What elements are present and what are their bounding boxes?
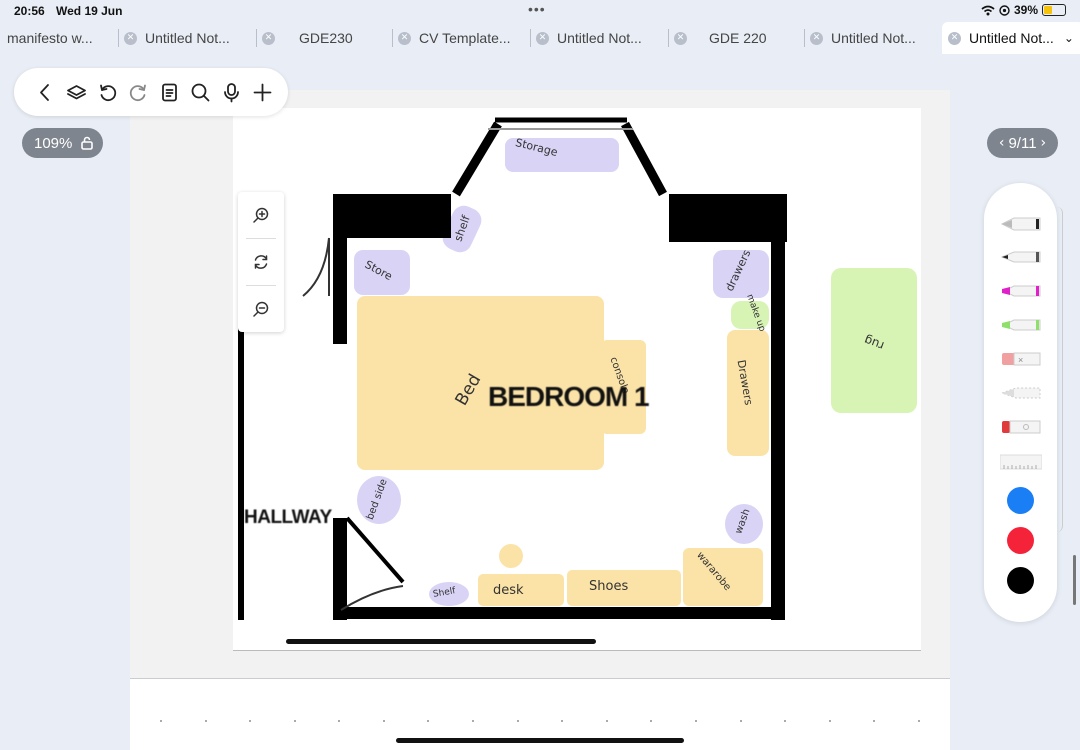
- tab-untitled-3[interactable]: ✕ Untitled Not...: [810, 22, 916, 54]
- tab-label: Untitled Not...: [145, 30, 230, 46]
- pencil-icon[interactable]: [1000, 246, 1042, 268]
- floor-plan-drawing: [238, 117, 917, 620]
- label-desk: desk: [493, 583, 524, 598]
- page-indicator[interactable]: 9/11: [1008, 135, 1036, 152]
- close-icon[interactable]: ✕: [398, 31, 411, 45]
- back-icon[interactable]: [34, 80, 57, 104]
- multitasking-dots-icon[interactable]: •••: [528, 1, 546, 17]
- svg-text:×: ×: [1018, 355, 1023, 365]
- chevron-down-icon[interactable]: ⌄: [1064, 31, 1074, 45]
- zoom-out-icon[interactable]: [238, 286, 284, 332]
- next-page-icon[interactable]: ›: [1041, 135, 1047, 151]
- eraser-icon[interactable]: ×: [1000, 348, 1042, 370]
- close-icon[interactable]: ✕: [124, 31, 137, 45]
- tab-label: Untitled Not...: [831, 30, 916, 46]
- tab-untitled-1[interactable]: ✕ Untitled Not...: [124, 22, 230, 54]
- label-shoes: Shoes: [589, 579, 629, 594]
- tab-untitled-2[interactable]: ✕ Untitled Not...: [536, 22, 642, 54]
- zoom-in-icon[interactable]: [238, 192, 284, 238]
- room-title: BEDROOM 1: [488, 381, 650, 412]
- wifi-icon: [981, 5, 995, 15]
- note-toolbar: [14, 68, 288, 116]
- redo-icon[interactable]: [127, 80, 150, 104]
- red-color-swatch[interactable]: [1007, 527, 1034, 554]
- page-scrollbar[interactable]: [1073, 555, 1076, 605]
- tab-label: CV Template...: [419, 30, 511, 46]
- close-icon[interactable]: ✕: [948, 31, 961, 45]
- tab-label: Untitled Not...: [557, 30, 642, 46]
- blue-color-swatch[interactable]: [1007, 487, 1034, 514]
- page-navigator: ‹ 9/11 ›: [987, 128, 1058, 158]
- image-scroll-handle[interactable]: [286, 639, 596, 644]
- search-icon[interactable]: [189, 80, 212, 104]
- undo-icon[interactable]: [96, 80, 119, 104]
- tab-gde230[interactable]: ✕ GDE230: [262, 22, 353, 54]
- pen-panel: ×: [984, 183, 1057, 622]
- pen-panel-edge: [1057, 207, 1063, 532]
- status-bar: 20:56 Wed 19 Jun ••• 39%: [0, 0, 1080, 22]
- tab-label: Untitled Not...: [969, 30, 1054, 46]
- stool-shape: [499, 544, 523, 568]
- tab-label: GDE 220: [709, 30, 767, 46]
- tab-manifesto[interactable]: manifesto w...: [7, 22, 93, 54]
- close-icon[interactable]: ✕: [810, 31, 823, 45]
- microphone-icon[interactable]: [220, 80, 243, 104]
- black-color-swatch[interactable]: [1007, 567, 1034, 594]
- tab-bar: manifesto w... ✕ Untitled Not... ✕ GDE230 …: [0, 22, 1080, 54]
- layers-icon[interactable]: [65, 80, 88, 104]
- image-zoom-tools: [238, 192, 284, 332]
- battery-percent: 39%: [1013, 3, 1038, 17]
- fountain-pen-icon[interactable]: [1000, 213, 1042, 235]
- green-highlighter-icon[interactable]: [1000, 314, 1042, 336]
- tab-gde220[interactable]: ✕ GDE 220: [674, 22, 767, 54]
- hallway-title: HALLWAY: [244, 507, 332, 528]
- unlock-icon: [81, 136, 94, 150]
- tab-cv-template[interactable]: ✕ CV Template...: [398, 22, 511, 54]
- magenta-highlighter-icon[interactable]: [1000, 280, 1042, 302]
- tab-label: manifesto w...: [7, 30, 93, 46]
- lasso-icon[interactable]: [1000, 382, 1042, 404]
- tab-untitled-active[interactable]: ✕ Untitled Not... ⌄: [942, 22, 1080, 54]
- plus-icon[interactable]: [251, 80, 274, 104]
- battery-icon: [1042, 4, 1066, 16]
- zoom-level: 109%: [34, 134, 73, 152]
- location-lock-icon: [999, 4, 1010, 16]
- document-icon[interactable]: [158, 80, 181, 104]
- home-indicator[interactable]: [396, 738, 684, 743]
- close-icon[interactable]: ✕: [262, 31, 275, 45]
- prev-page-icon[interactable]: ‹: [999, 135, 1005, 151]
- status-right: 39%: [981, 3, 1066, 17]
- status-time: 20:56: [14, 4, 45, 18]
- close-icon[interactable]: ✕: [536, 31, 549, 45]
- tab-label: GDE230: [299, 30, 353, 46]
- page-dots: [160, 720, 920, 724]
- floor-plan-image[interactable]: [233, 108, 921, 651]
- ruler-icon[interactable]: [999, 451, 1043, 473]
- red-marker-icon[interactable]: [1000, 416, 1042, 438]
- rotate-icon[interactable]: [238, 239, 284, 285]
- status-date: Wed 19 Jun: [56, 4, 123, 18]
- zoom-level-badge[interactable]: 109%: [22, 128, 103, 158]
- close-icon[interactable]: ✕: [674, 31, 687, 45]
